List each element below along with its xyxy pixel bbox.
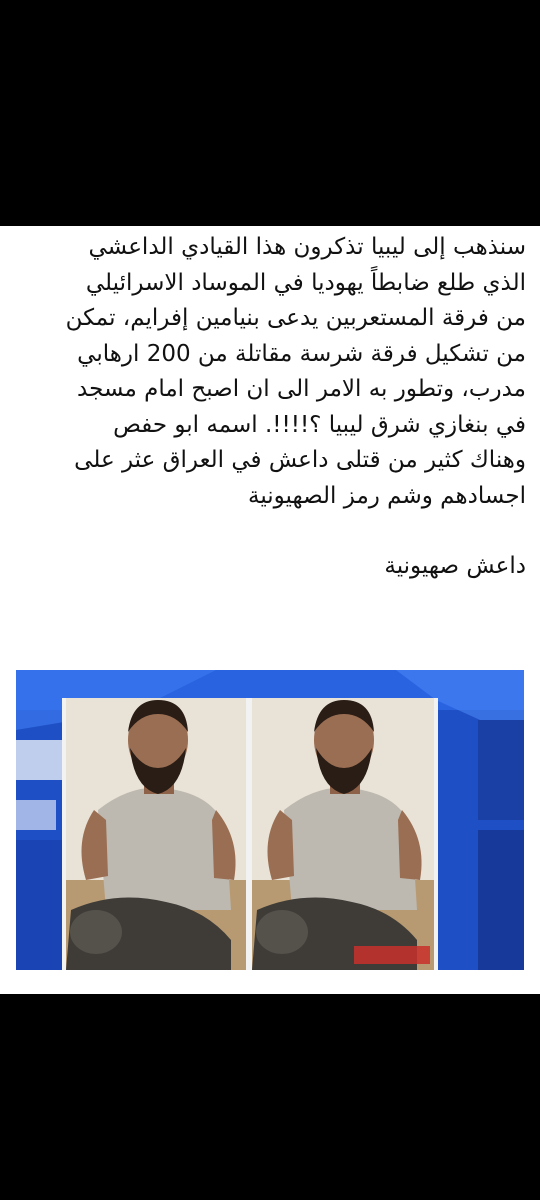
- post-line: سنذهب إلى ليبيا تذكرون هذا القيادي الداع…: [88, 234, 526, 260]
- post-line: من تشكيل فرقة شرسة مقاتلة من 200 ارهابي: [77, 340, 526, 367]
- post-line: في بنغازي شرق ليبيا ؟!!!!. اسمه ابو حفص: [113, 411, 526, 438]
- top-black-bar: [0, 0, 540, 226]
- news-photo-icon: [16, 670, 524, 970]
- post-line: من فرقة المستعربين يدعى بنيامين إفرايم، …: [65, 305, 526, 331]
- post-line: مدرب، وتطور به الامر الى ان اصبح امام مس…: [77, 376, 526, 402]
- post-card: سنذهب إلى ليبيا تذكرون هذا القيادي الداع…: [0, 226, 540, 994]
- post-image[interactable]: [16, 670, 524, 970]
- post-line: الذي طلع ضابطاً يهوديا في الموساد الاسرا…: [85, 269, 526, 296]
- post-tagline-text: داعش صهيونية: [384, 553, 526, 579]
- bottom-black-bar: [0, 994, 540, 1200]
- post-body: سنذهب إلى ليبيا تذكرون هذا القيادي الداع…: [10, 230, 526, 514]
- post-tagline: داعش صهيونية: [10, 549, 526, 585]
- post-line: وهناك كثير من قتلى داعش في العراق عثر عل…: [74, 447, 526, 473]
- post-line: اجسادهم وشم رمز الصهيونية: [248, 482, 526, 509]
- post-text: سنذهب إلى ليبيا تذكرون هذا القيادي الداع…: [10, 230, 526, 585]
- screen: سنذهب إلى ليبيا تذكرون هذا القيادي الداع…: [0, 0, 540, 1200]
